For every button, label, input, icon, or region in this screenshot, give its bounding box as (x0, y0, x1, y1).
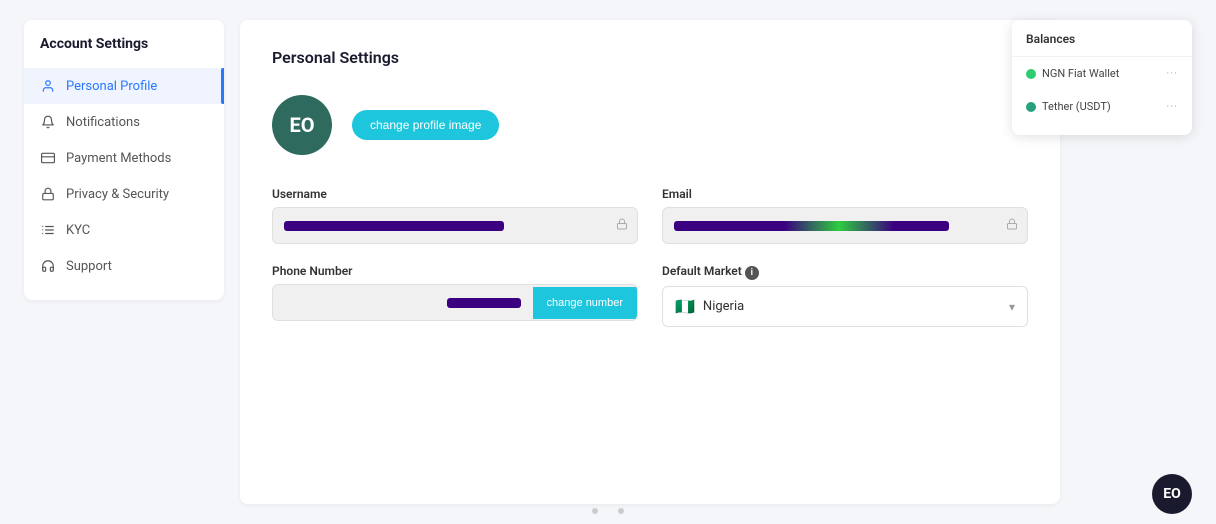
usdt-dot (1026, 102, 1036, 112)
bottom-dots (592, 508, 624, 514)
sidebar-label-payment-methods: Payment Methods (66, 151, 171, 166)
page-wrapper: Account Settings Personal Profile (0, 0, 1216, 524)
username-group: Username (272, 187, 638, 244)
balance-usdt-left: Tether (USDT) (1026, 100, 1111, 113)
sidebar-label-privacy-security: Privacy & Security (66, 187, 169, 202)
email-mask (674, 221, 949, 231)
ngn-dots[interactable]: ··· (1166, 67, 1178, 80)
sidebar-item-kyc[interactable]: KYC (24, 212, 224, 248)
dot-1 (592, 508, 598, 514)
bottom-avatar-initials: EO (1163, 486, 1181, 502)
phone-label: Phone Number (272, 264, 638, 278)
balances-panel: Balances NGN Fiat Wallet ··· Tether (USD… (1012, 20, 1192, 135)
market-group: Default Market i 🇳🇬 Nigeria ▾ (662, 264, 1028, 327)
section-title: Personal Settings (272, 48, 1028, 67)
email-input-wrapper (662, 207, 1028, 244)
sidebar-item-payment-methods[interactable]: Payment Methods (24, 140, 224, 176)
sidebar-label-kyc: KYC (66, 223, 90, 238)
avatar-section: EO change profile image (272, 95, 1028, 155)
bottom-right-avatar[interactable]: EO (1152, 474, 1192, 514)
ngn-wallet-name: NGN Fiat Wallet (1042, 67, 1119, 80)
lock-icon (40, 186, 56, 202)
phone-mask (447, 298, 520, 308)
main-content: Personal Settings EO change profile imag… (240, 20, 1060, 504)
content-area: Account Settings Personal Profile (0, 0, 1216, 524)
balance-item-usdt[interactable]: Tether (USDT) ··· (1012, 90, 1192, 123)
list-icon (40, 222, 56, 238)
phone-row: change number (272, 284, 638, 321)
bell-icon (40, 114, 56, 130)
market-label: Default Market i (662, 264, 1028, 280)
market-select[interactable]: 🇳🇬 Nigeria ▾ (662, 286, 1028, 327)
sidebar-item-personal-profile[interactable]: Personal Profile (24, 68, 224, 104)
sidebar-item-privacy-security[interactable]: Privacy & Security (24, 176, 224, 212)
market-flag: 🇳🇬 (675, 297, 695, 316)
email-group: Email (662, 187, 1028, 244)
user-icon (40, 78, 56, 94)
sidebar-item-notifications[interactable]: Notifications (24, 104, 224, 140)
usdt-dots[interactable]: ··· (1166, 100, 1178, 113)
sidebar-label-notifications: Notifications (66, 115, 140, 130)
change-profile-image-button[interactable]: change profile image (352, 110, 499, 140)
balance-item-ngn[interactable]: NGN Fiat Wallet ··· (1012, 57, 1192, 90)
username-input-wrapper (272, 207, 638, 244)
phone-input[interactable] (285, 295, 447, 310)
email-label: Email (662, 187, 1028, 201)
balance-ngn-left: NGN Fiat Wallet (1026, 67, 1119, 80)
usdt-wallet-name: Tether (USDT) (1042, 100, 1111, 113)
change-number-button[interactable]: change number (533, 287, 637, 319)
market-label-text: Default Market (662, 264, 742, 278)
username-mask (284, 221, 504, 231)
dot-2 (618, 508, 624, 514)
ngn-dot (1026, 69, 1036, 79)
balances-title: Balances (1012, 32, 1192, 57)
sidebar-item-support[interactable]: Support (24, 248, 224, 284)
username-lock-icon (616, 218, 628, 234)
chevron-down-icon: ▾ (1009, 300, 1015, 314)
market-value: Nigeria (703, 299, 1009, 314)
sidebar-title: Account Settings (24, 36, 224, 68)
avatar: EO (272, 95, 332, 155)
email-lock-icon (1006, 218, 1018, 234)
phone-input-area (273, 285, 533, 320)
username-label: Username (272, 187, 638, 201)
headset-icon (40, 258, 56, 274)
form-grid: Username Email (272, 187, 1028, 327)
sidebar-label-personal-profile: Personal Profile (66, 79, 157, 94)
market-info-icon[interactable]: i (745, 266, 759, 280)
credit-card-icon (40, 150, 56, 166)
sidebar: Account Settings Personal Profile (24, 20, 224, 300)
phone-group: Phone Number change number (272, 264, 638, 327)
sidebar-label-support: Support (66, 259, 112, 274)
